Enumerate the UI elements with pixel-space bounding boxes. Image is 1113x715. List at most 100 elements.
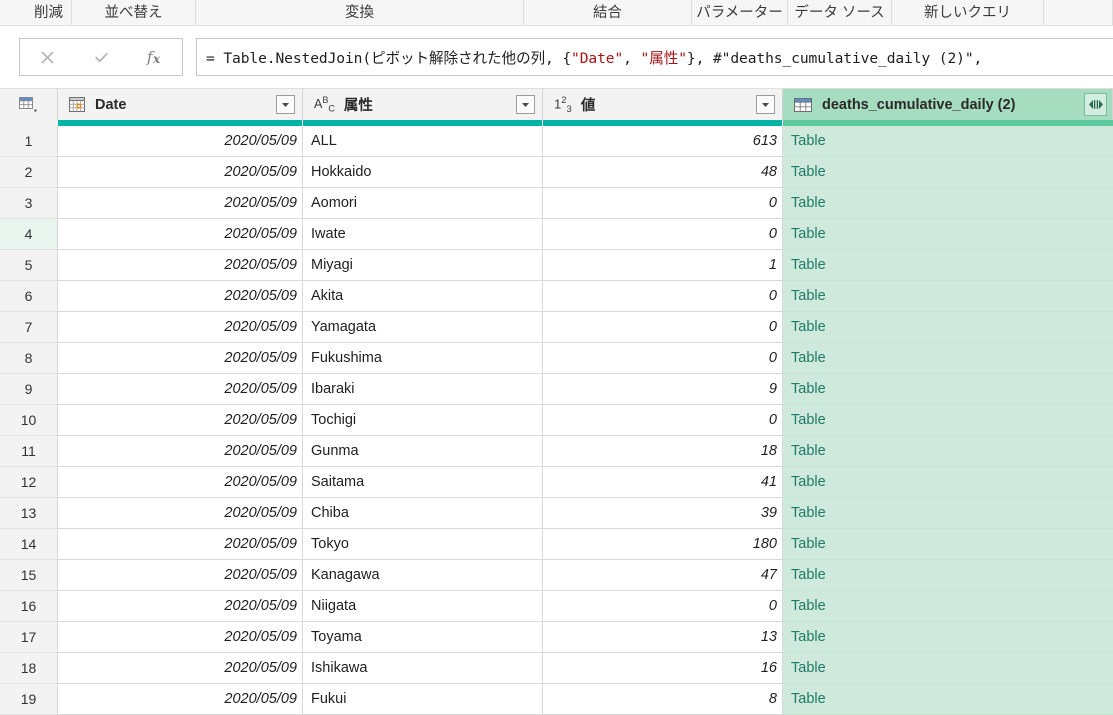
accept-formula-button[interactable] <box>74 39 128 75</box>
row-number[interactable]: 12 <box>0 467 58 498</box>
table-row[interactable]: 19 2020/05/09 Fukui 8 Table <box>0 684 1113 715</box>
row-number[interactable]: 3 <box>0 188 58 219</box>
formula-input[interactable]: = Table.NestedJoin(ピボット解除された他の列, {"Date"… <box>196 38 1113 76</box>
cell-nested-table-link[interactable]: Table <box>783 622 1113 653</box>
ribbon-group-2[interactable]: 変換 <box>196 0 524 25</box>
table-row[interactable]: 7 2020/05/09 Yamagata 0 Table <box>0 312 1113 343</box>
table-row[interactable]: 3 2020/05/09 Aomori 0 Table <box>0 188 1113 219</box>
insert-function-button[interactable]: f x <box>128 39 182 75</box>
cell-nested-table-link[interactable]: Table <box>783 250 1113 281</box>
cell-value: 16 <box>543 653 783 684</box>
column-type-icon[interactable]: ABC <box>314 95 335 114</box>
column-type-icon[interactable] <box>69 96 86 113</box>
formula-text: = Table.NestedJoin(ピボット解除された他の列, {"Date"… <box>206 49 983 67</box>
column-type-icon[interactable]: 123 <box>554 95 572 115</box>
column-type-icon[interactable] <box>794 97 813 113</box>
column-header-label: 属性 <box>343 98 373 114</box>
column-header-2[interactable]: ABC 属性 <box>303 89 543 120</box>
row-number[interactable]: 19 <box>0 684 58 715</box>
cell-nested-table-link[interactable]: Table <box>783 219 1113 250</box>
cell-date: 2020/05/09 <box>58 126 303 157</box>
cell-nested-table-link[interactable]: Table <box>783 467 1113 498</box>
select-all-button[interactable] <box>0 89 58 120</box>
column-filter-button[interactable] <box>756 95 775 114</box>
cell-attribute: Niigata <box>303 591 543 622</box>
ribbon-group-label: 削減 <box>34 5 63 21</box>
table-row[interactable]: 2 2020/05/09 Hokkaido 48 Table <box>0 157 1113 188</box>
table-row[interactable]: 9 2020/05/09 Ibaraki 9 Table <box>0 374 1113 405</box>
table-row[interactable]: 5 2020/05/09 Miyagi 1 Table <box>0 250 1113 281</box>
table-row[interactable]: 1 2020/05/09 ALL 613 Table <box>0 126 1113 157</box>
row-number[interactable]: 16 <box>0 591 58 622</box>
table-row[interactable]: 10 2020/05/09 Tochigi 0 Table <box>0 405 1113 436</box>
cell-nested-table-link[interactable]: Table <box>783 281 1113 312</box>
chevron-down-icon <box>522 103 529 107</box>
row-number[interactable]: 7 <box>0 312 58 343</box>
table-row[interactable]: 11 2020/05/09 Gunma 18 Table <box>0 436 1113 467</box>
cancel-formula-button[interactable] <box>20 39 74 75</box>
row-number[interactable]: 5 <box>0 250 58 281</box>
cell-attribute: Aomori <box>303 188 543 219</box>
column-header-1[interactable]: Date <box>58 89 303 120</box>
column-filter-button[interactable] <box>276 95 295 114</box>
table-row[interactable]: 4 2020/05/09 Iwate 0 Table <box>0 219 1113 250</box>
cell-date: 2020/05/09 <box>58 653 303 684</box>
cell-nested-table-link[interactable]: Table <box>783 157 1113 188</box>
table-row[interactable]: 16 2020/05/09 Niigata 0 Table <box>0 591 1113 622</box>
cell-nested-table-link[interactable]: Table <box>783 591 1113 622</box>
ribbon-group-1[interactable]: 並べ替え <box>72 0 196 25</box>
ribbon-group-label: 新しいクエリ <box>924 5 1011 21</box>
cell-attribute: Tochigi <box>303 405 543 436</box>
cell-nested-table-link[interactable]: Table <box>783 343 1113 374</box>
table-row[interactable]: 12 2020/05/09 Saitama 41 Table <box>0 467 1113 498</box>
cell-nested-table-link[interactable]: Table <box>783 436 1113 467</box>
row-number[interactable]: 17 <box>0 622 58 653</box>
cell-nested-table-link[interactable]: Table <box>783 684 1113 715</box>
row-number[interactable]: 8 <box>0 343 58 374</box>
table-row[interactable]: 15 2020/05/09 Kanagawa 47 Table <box>0 560 1113 591</box>
expand-columns-button[interactable] <box>1084 93 1107 116</box>
table-row[interactable]: 6 2020/05/09 Akita 0 Table <box>0 281 1113 312</box>
ribbon-group-3[interactable]: 結合 <box>524 0 692 25</box>
ribbon-group-label: 並べ替え <box>104 5 163 21</box>
row-number[interactable]: 15 <box>0 560 58 591</box>
table-row[interactable]: 18 2020/05/09 Ishikawa 16 Table <box>0 653 1113 684</box>
column-filter-button[interactable] <box>516 95 535 114</box>
column-header-3[interactable]: 123 値 <box>543 89 783 120</box>
row-number[interactable]: 6 <box>0 281 58 312</box>
table-row[interactable]: 14 2020/05/09 Tokyo 180 Table <box>0 529 1113 560</box>
row-number[interactable]: 4 <box>0 219 58 250</box>
cell-nested-table-link[interactable]: Table <box>783 560 1113 591</box>
row-number[interactable]: 18 <box>0 653 58 684</box>
row-number[interactable]: 2 <box>0 157 58 188</box>
cell-value: 0 <box>543 281 783 312</box>
cell-date: 2020/05/09 <box>58 591 303 622</box>
table-row[interactable]: 8 2020/05/09 Fukushima 0 Table <box>0 343 1113 374</box>
cell-date: 2020/05/09 <box>58 498 303 529</box>
ribbon-group-0[interactable]: 削減 <box>0 0 72 25</box>
calendar-icon <box>69 96 85 112</box>
cell-date: 2020/05/09 <box>58 467 303 498</box>
cell-nested-table-link[interactable]: Table <box>783 653 1113 684</box>
row-number[interactable]: 1 <box>0 126 58 157</box>
cell-nested-table-link[interactable]: Table <box>783 126 1113 157</box>
cell-date: 2020/05/09 <box>58 405 303 436</box>
row-number[interactable]: 14 <box>0 529 58 560</box>
cell-nested-table-link[interactable]: Table <box>783 529 1113 560</box>
chevron-down-icon <box>282 103 289 107</box>
table-row[interactable]: 13 2020/05/09 Chiba 39 Table <box>0 498 1113 529</box>
cell-nested-table-link[interactable]: Table <box>783 188 1113 219</box>
column-header-4[interactable]: deaths_cumulative_daily (2) <box>783 89 1113 120</box>
cell-nested-table-link[interactable]: Table <box>783 498 1113 529</box>
ribbon-group-4[interactable]: パラメーター <box>692 0 788 25</box>
cell-nested-table-link[interactable]: Table <box>783 312 1113 343</box>
ribbon-group-6[interactable]: 新しいクエリ <box>892 0 1044 25</box>
table-row[interactable]: 17 2020/05/09 Toyama 13 Table <box>0 622 1113 653</box>
row-number[interactable]: 11 <box>0 436 58 467</box>
cell-nested-table-link[interactable]: Table <box>783 374 1113 405</box>
row-number[interactable]: 9 <box>0 374 58 405</box>
cell-nested-table-link[interactable]: Table <box>783 405 1113 436</box>
row-number[interactable]: 10 <box>0 405 58 436</box>
row-number[interactable]: 13 <box>0 498 58 529</box>
ribbon-group-5[interactable]: データ ソース <box>788 0 892 25</box>
